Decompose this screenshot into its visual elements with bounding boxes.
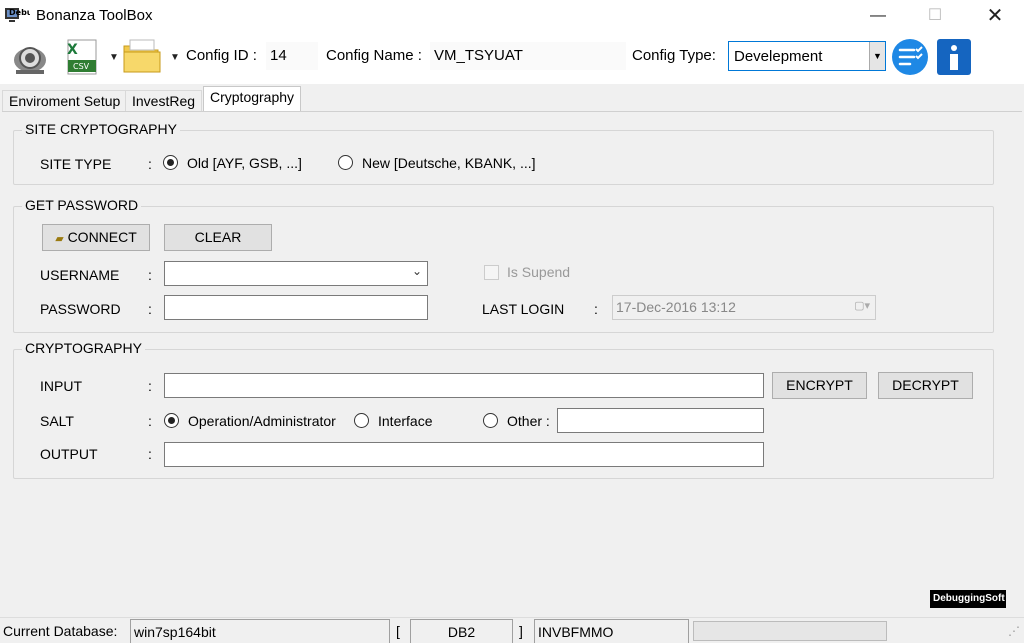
password-label: PASSWORD — [40, 301, 121, 317]
crypto-input-field[interactable] — [164, 373, 764, 398]
db-name-value: INVBFMMO — [534, 619, 689, 643]
db-type-value: DB2 — [410, 619, 513, 643]
site-cryptography-title: SITE CRYPTOGRAPHY — [22, 121, 180, 137]
salt-other-label[interactable]: Other : — [507, 413, 550, 429]
password-colon: : — [148, 301, 152, 317]
resize-grip-icon[interactable]: ⋰ — [1008, 619, 1020, 643]
output-colon: : — [148, 446, 152, 462]
window-title: Bonanza ToolBox — [36, 7, 153, 24]
svg-text:X: X — [67, 42, 78, 58]
folder-icon[interactable] — [120, 36, 164, 78]
config-type-label: Config Type: — [632, 47, 716, 64]
connect-button-label: CONNECT — [67, 229, 137, 245]
salt-label: SALT — [40, 413, 74, 429]
title-bar: DebuggingSoft Bonanza ToolBox — ☐ ✕ — [0, 0, 1024, 32]
export-csv-icon[interactable]: X CSV — [62, 36, 102, 76]
export-dropdown-arrow-icon[interactable]: ▼ — [109, 52, 119, 63]
svg-text:CSV: CSV — [73, 62, 90, 71]
salt-other-radio[interactable] — [483, 413, 498, 428]
bracket-open: [ — [396, 623, 400, 639]
debuggingsoft-logo: DebuggingSoft — [930, 590, 1006, 608]
decrypt-button[interactable]: DECRYPT — [878, 372, 973, 399]
tab-cryptography[interactable]: Cryptography — [203, 86, 302, 113]
output-label: OUTPUT — [40, 446, 98, 462]
minimize-button[interactable]: — — [855, 0, 901, 32]
cryptography-title: CRYPTOGRAPHY — [22, 340, 145, 356]
last-login-colon: : — [594, 301, 598, 317]
salt-interface-radio[interactable] — [354, 413, 369, 428]
input-colon: : — [148, 378, 152, 394]
crypto-output-field[interactable] — [164, 442, 764, 467]
site-type-old-radio[interactable] — [163, 155, 178, 170]
database-connect-icon[interactable] — [8, 38, 52, 78]
bracket-close: ] — [519, 623, 523, 639]
config-name-value: VM_TSYUAT — [430, 42, 626, 70]
site-type-new-radio[interactable] — [338, 155, 353, 170]
info-icon[interactable] — [936, 38, 972, 76]
username-colon: : — [148, 267, 152, 283]
current-database-value: win7sp164bit — [130, 619, 390, 643]
tab-investreg[interactable]: InvestReg — [125, 90, 203, 112]
clear-button[interactable]: CLEAR — [164, 224, 272, 251]
is-suspend-label: Is Supend — [507, 264, 571, 280]
close-button[interactable]: ✕ — [972, 0, 1018, 32]
site-cryptography-group: SITE CRYPTOGRAPHY SITE TYPE : Old [AYF, … — [13, 121, 994, 185]
encrypt-button[interactable]: ENCRYPT — [772, 372, 867, 399]
svg-text:DebuggingSoft: DebuggingSoft — [9, 8, 30, 17]
status-progress-bar — [693, 621, 887, 641]
salt-other-field[interactable] — [557, 408, 764, 433]
config-type-value: Develepment — [734, 48, 823, 65]
get-password-title: GET PASSWORD — [22, 197, 142, 213]
last-login-datepicker: 17-Dec-2016 13:12 ▢▾ — [612, 295, 876, 320]
calendar-icon: ▢▾ — [854, 300, 870, 312]
salt-interface-label[interactable]: Interface — [378, 413, 432, 429]
is-suspend-checkbox[interactable] — [484, 265, 499, 280]
salt-operation-label[interactable]: Operation/Administrator — [188, 413, 336, 429]
app-logo-icon: DebuggingSoft — [5, 8, 30, 22]
config-id-label: Config ID : — [186, 47, 257, 64]
status-bar: Current Database: win7sp164bit [ DB2 ] I… — [0, 617, 1024, 643]
maximize-button[interactable]: ☐ — [912, 0, 958, 32]
tab-environment-setup[interactable]: Enviroment Setup — [2, 90, 128, 112]
tab-strip: Enviroment Setup InvestReg Cryptography — [0, 86, 1024, 113]
toolbar: X CSV ▼ ▼ Config ID : 14 Config Name : V… — [0, 32, 1024, 84]
connect-plug-icon: ▰ — [55, 233, 64, 245]
salt-colon: : — [148, 413, 152, 429]
last-login-value: 17-Dec-2016 13:12 — [616, 299, 736, 315]
cryptography-group: CRYPTOGRAPHY INPUT : ENCRYPT DECRYPT SAL… — [13, 340, 994, 479]
get-password-group: GET PASSWORD ▰ CONNECT CLEAR USERNAME : … — [13, 197, 994, 333]
last-login-label: LAST LOGIN — [482, 301, 565, 317]
folder-dropdown-arrow-icon[interactable]: ▼ — [170, 52, 180, 63]
checklist-icon[interactable] — [891, 38, 929, 76]
site-type-new-label[interactable]: New [Deutsche, KBANK, ...] — [362, 155, 536, 171]
config-type-dropdown-icon[interactable]: ▼ — [869, 42, 885, 70]
site-type-old-label[interactable]: Old [AYF, GSB, ...] — [187, 155, 302, 171]
site-type-colon: : — [148, 156, 152, 172]
config-type-select[interactable]: Develepment ▼ — [728, 41, 886, 71]
salt-operation-radio[interactable] — [164, 413, 179, 428]
current-database-label: Current Database: — [3, 623, 118, 639]
username-label: USERNAME — [40, 267, 120, 283]
input-label: INPUT — [40, 378, 82, 394]
chevron-down-icon[interactable]: ⌄ — [412, 264, 422, 278]
cryptography-panel: SITE CRYPTOGRAPHY SITE TYPE : Old [AYF, … — [2, 111, 1022, 611]
config-name-label: Config Name : — [326, 47, 422, 64]
config-id-value: 14 — [266, 42, 318, 70]
connect-button[interactable]: ▰ CONNECT — [42, 224, 150, 251]
site-type-label: SITE TYPE — [40, 156, 112, 172]
username-select[interactable]: ⌄ — [164, 261, 428, 286]
password-field[interactable] — [164, 295, 428, 320]
